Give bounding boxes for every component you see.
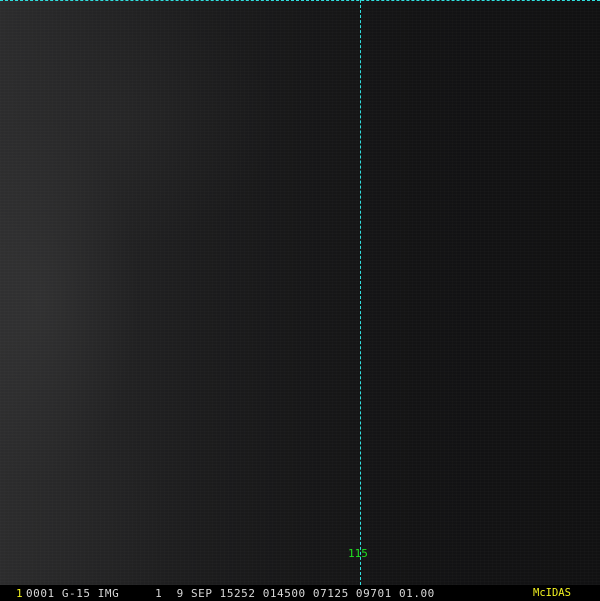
satellite-image	[0, 0, 600, 585]
frame-number: 1	[16, 587, 23, 600]
image-boundary-line	[0, 0, 600, 1]
image-viewport[interactable]: 115	[0, 0, 600, 600]
longitude-grid-line	[360, 0, 361, 585]
status-bar: 1 0001 G-15 IMG 1 9 SEP 15252 014500 071…	[0, 585, 600, 600]
longitude-label: 115	[348, 547, 368, 560]
image-info-text: 0001 G-15 IMG 1 9 SEP 15252 014500 07125…	[26, 587, 435, 600]
mcidas-brand-label: McIDAS	[533, 587, 571, 599]
